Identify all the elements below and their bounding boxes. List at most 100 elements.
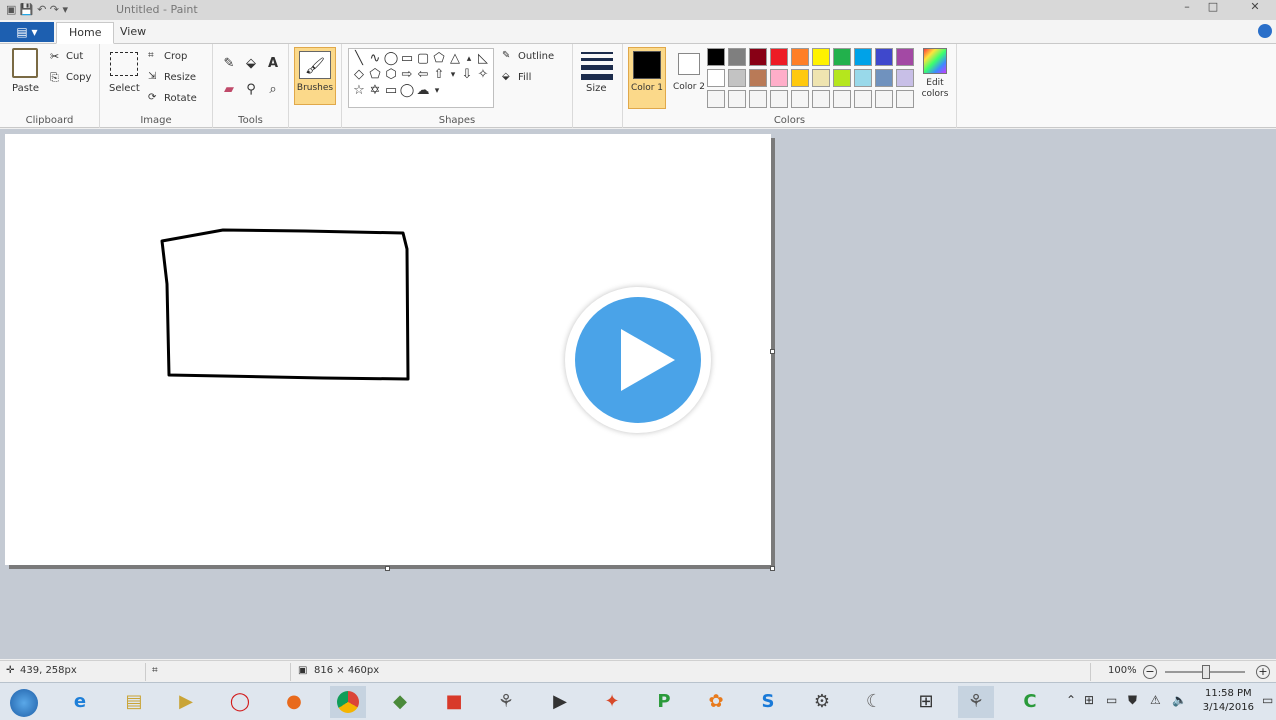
resize-handle-corner[interactable] bbox=[770, 566, 775, 571]
filezilla-icon[interactable]: ✦ bbox=[594, 686, 630, 718]
hexagon-shape-icon[interactable]: ⬡ bbox=[383, 67, 399, 83]
magnifier-icon[interactable]: ⌕ bbox=[265, 82, 281, 98]
four-point-star-shape-icon[interactable]: ✧ bbox=[475, 67, 491, 83]
minimize-button[interactable]: – bbox=[1174, 0, 1200, 14]
diamond-shape-icon[interactable]: ◇ bbox=[351, 67, 367, 83]
expand-gallery-icon[interactable]: ▾ bbox=[431, 83, 443, 99]
color-swatch[interactable] bbox=[770, 48, 788, 66]
color-swatch[interactable] bbox=[833, 48, 851, 66]
ccleaner-icon[interactable]: ☾ bbox=[856, 686, 892, 718]
color-swatch[interactable] bbox=[875, 69, 893, 87]
rotate-button[interactable]: Rotate bbox=[164, 93, 197, 104]
eraser-icon[interactable]: ▰ bbox=[221, 82, 237, 98]
color-swatch[interactable] bbox=[791, 69, 809, 87]
triangle-shape-icon[interactable]: △ bbox=[447, 51, 463, 67]
color-swatch[interactable] bbox=[833, 69, 851, 87]
rect-callout-shape-icon[interactable]: ▭ bbox=[383, 83, 399, 99]
media-player-icon[interactable]: ▶ bbox=[168, 686, 204, 718]
color-swatch[interactable] bbox=[728, 90, 746, 108]
resize-button[interactable]: Resize bbox=[164, 72, 196, 83]
s-app-icon[interactable]: S bbox=[750, 686, 786, 718]
up-arrow-shape-icon[interactable]: ⇧ bbox=[431, 67, 447, 83]
color-swatch[interactable] bbox=[854, 90, 872, 108]
tray-monitor-icon[interactable]: ▭ bbox=[1106, 693, 1117, 707]
uc-browser-icon[interactable]: ✿ bbox=[698, 686, 734, 718]
brushes-button[interactable]: 🖌 Brushes bbox=[294, 47, 336, 105]
cut-button[interactable]: Cut bbox=[66, 51, 83, 62]
color-swatch[interactable] bbox=[896, 48, 914, 66]
chrome-icon[interactable] bbox=[330, 686, 366, 718]
shapes-gallery[interactable]: ╲ ∿ ◯ ▭ ▢ ⬠ △ ▴ ◺ ◇ ⬠ ⬡ ⇨ ⇦ ⇧ ▾ ⇩ ✧ ☆ ✡ bbox=[348, 48, 494, 108]
file-explorer-icon[interactable]: ▤ bbox=[116, 686, 152, 718]
color-swatch[interactable] bbox=[896, 69, 914, 87]
size-icon[interactable] bbox=[581, 52, 613, 80]
quick-access-toolbar[interactable]: ▣ 💾 ↶ ↷ ▾ bbox=[6, 3, 68, 16]
zoom-slider-thumb[interactable] bbox=[1202, 665, 1210, 679]
right-arrow-shape-icon[interactable]: ⇨ bbox=[399, 67, 415, 83]
paint-running-icon[interactable]: ⚘ bbox=[958, 686, 994, 718]
winrar-icon[interactable]: ■ bbox=[436, 686, 472, 718]
color-swatch[interactable] bbox=[875, 48, 893, 66]
volume-icon[interactable]: 🔈 bbox=[1172, 693, 1187, 707]
firefox-icon[interactable]: ● bbox=[276, 686, 312, 718]
select-icon[interactable] bbox=[110, 52, 138, 76]
fill-button[interactable]: Fill bbox=[518, 72, 531, 83]
paste-icon[interactable] bbox=[12, 48, 38, 78]
color-swatch[interactable] bbox=[812, 90, 830, 108]
scroll-up-icon[interactable]: ▴ bbox=[463, 51, 475, 67]
curve-shape-icon[interactable]: ∿ bbox=[367, 51, 383, 67]
edit-colors-button[interactable]: Edit colors bbox=[920, 48, 950, 108]
maximize-button[interactable]: □ bbox=[1200, 0, 1226, 14]
resize-handle-right[interactable] bbox=[770, 349, 775, 354]
file-menu-button[interactable]: ▤ ▾ bbox=[0, 22, 54, 42]
rectangle-shape-icon[interactable]: ▭ bbox=[399, 51, 415, 67]
size-button[interactable]: Size bbox=[586, 83, 607, 94]
oval-callout-shape-icon[interactable]: ◯ bbox=[399, 83, 415, 99]
windows-store-icon[interactable]: ⊞ bbox=[908, 686, 944, 718]
paint-app-icon[interactable]: ⚘ bbox=[488, 686, 524, 718]
color-swatch[interactable] bbox=[812, 69, 830, 87]
right-triangle-shape-icon[interactable]: ◺ bbox=[475, 51, 491, 67]
oval-shape-icon[interactable]: ◯ bbox=[383, 51, 399, 67]
copy-button[interactable]: Copy bbox=[66, 72, 91, 83]
color-swatch[interactable] bbox=[854, 48, 872, 66]
action-center-icon[interactable]: ⚠ bbox=[1150, 693, 1161, 707]
color-swatch[interactable] bbox=[707, 90, 725, 108]
color-swatch[interactable] bbox=[833, 90, 851, 108]
tab-view[interactable]: View bbox=[108, 22, 158, 44]
color-swatch[interactable] bbox=[749, 90, 767, 108]
fill-bucket-icon[interactable]: ⬙ bbox=[243, 56, 259, 72]
text-tool-icon[interactable]: A bbox=[265, 56, 281, 72]
color-swatch[interactable] bbox=[749, 69, 767, 87]
paste-button[interactable]: Paste bbox=[12, 83, 39, 94]
pencil-icon[interactable]: ✎ bbox=[221, 56, 237, 72]
resize-handle-bottom[interactable] bbox=[385, 566, 390, 571]
color-swatch[interactable] bbox=[707, 69, 725, 87]
color-swatch[interactable] bbox=[728, 69, 746, 87]
pentagon-shape-icon[interactable]: ⬠ bbox=[367, 67, 383, 83]
clock[interactable]: 11:58 PM 3/14/2016 bbox=[1203, 687, 1254, 715]
five-point-star-shape-icon[interactable]: ☆ bbox=[351, 83, 367, 99]
cloud-callout-shape-icon[interactable]: ☁ bbox=[415, 83, 431, 99]
close-button[interactable]: ✕ bbox=[1234, 0, 1276, 14]
tool-app-icon[interactable]: ⚙ bbox=[804, 686, 840, 718]
rounded-rectangle-shape-icon[interactable]: ▢ bbox=[415, 51, 431, 67]
p-app-icon[interactable]: P bbox=[646, 686, 682, 718]
polygon-shape-icon[interactable]: ⬠ bbox=[431, 51, 447, 67]
select-button[interactable]: Select bbox=[109, 83, 140, 94]
color-swatch[interactable] bbox=[728, 48, 746, 66]
color-swatch[interactable] bbox=[875, 90, 893, 108]
down-arrow-shape-icon[interactable]: ⇩ bbox=[459, 67, 475, 83]
show-hidden-icons[interactable]: ⌃ bbox=[1066, 693, 1076, 707]
color-swatch[interactable] bbox=[812, 48, 830, 66]
internet-explorer-icon[interactable]: e bbox=[62, 686, 98, 718]
color-swatch[interactable] bbox=[791, 90, 809, 108]
color-swatch[interactable] bbox=[770, 90, 788, 108]
help-icon[interactable] bbox=[1258, 24, 1272, 38]
zoom-out-button[interactable]: − bbox=[1143, 665, 1157, 679]
app-icon-green[interactable]: ◆ bbox=[382, 686, 418, 718]
crop-button[interactable]: Crop bbox=[164, 51, 187, 62]
six-point-star-shape-icon[interactable]: ✡ bbox=[367, 83, 383, 99]
zoom-in-button[interactable]: + bbox=[1256, 665, 1270, 679]
color-swatch[interactable] bbox=[791, 48, 809, 66]
